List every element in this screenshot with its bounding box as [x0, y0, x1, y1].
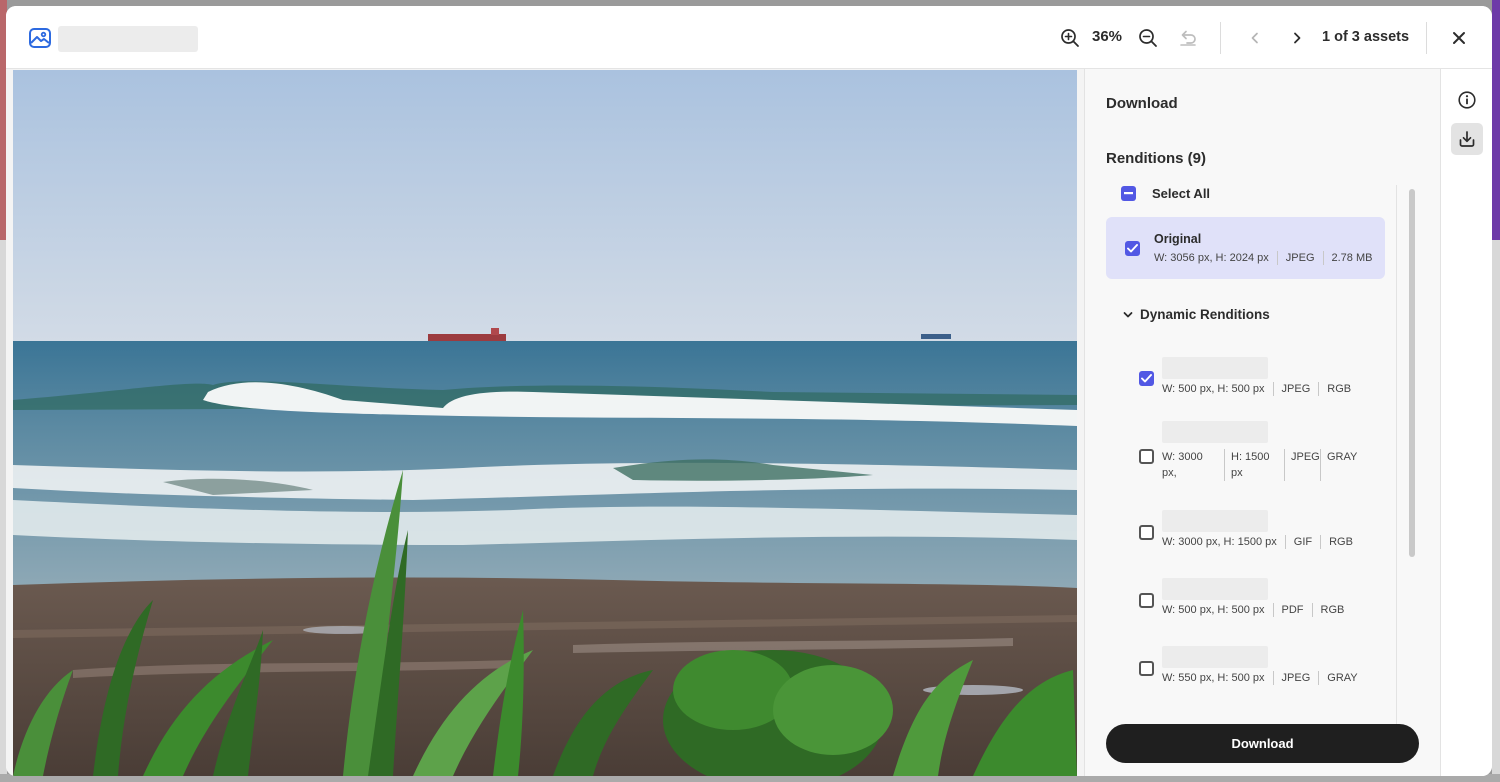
- checkbox-unchecked-icon[interactable]: [1139, 525, 1154, 540]
- rendition-item[interactable]: W: 500 px, H: 500 px PDF RGB: [1125, 578, 1375, 628]
- rendition-item[interactable]: W: 3000 px, H: 1500 px JPEG GRAY: [1125, 421, 1375, 491]
- rendition-item[interactable]: W: 500 px, H: 500 px JPEG RGB: [1125, 357, 1375, 407]
- zoom-out-icon: [1139, 29, 1157, 47]
- download-icon: [1459, 131, 1475, 147]
- next-asset-button[interactable]: [1283, 24, 1311, 52]
- dynamic-renditions-toggle[interactable]: Dynamic Renditions: [1122, 307, 1270, 322]
- asset-preview-modal: 36% 1 of 3 assets Download Renditions (9…: [6, 6, 1492, 776]
- chevron-left-icon: [1251, 32, 1258, 44]
- rendition-name: Original: [1154, 232, 1202, 246]
- asset-image: [13, 70, 1077, 776]
- download-button[interactable]: Download: [1106, 724, 1419, 763]
- rendition-item[interactable]: W: 550 px, H: 500 px JPEG GRAY: [1125, 646, 1375, 696]
- close-icon: [1453, 32, 1465, 44]
- zoom-in-button[interactable]: [1056, 24, 1084, 52]
- rendition-format: PDF: [1272, 603, 1312, 617]
- rendition-item[interactable]: W: 3000 px, H: 1500 px GIF RGB: [1125, 510, 1375, 560]
- image-viewer[interactable]: [6, 69, 1084, 776]
- reset-zoom-button[interactable]: [1174, 24, 1202, 52]
- dynamic-renditions-label: Dynamic Renditions: [1140, 307, 1270, 322]
- rendition-original[interactable]: Original W: 3056 px, H: 2024 px JPEG 2.7…: [1106, 217, 1385, 279]
- rendition-name-placeholder: [1162, 578, 1268, 600]
- chevron-right-icon: [1294, 32, 1301, 44]
- rendition-color: RGB: [1318, 382, 1359, 396]
- rendition-color: RGB: [1311, 603, 1353, 617]
- rendition-dimensions: W: 500 px, H: 500 px: [1162, 383, 1265, 395]
- rendition-name-placeholder: [1162, 421, 1268, 443]
- rendition-name-placeholder: [1162, 646, 1268, 668]
- download-panel-button[interactable]: [1451, 123, 1483, 155]
- zoom-out-button[interactable]: [1134, 24, 1162, 52]
- info-button[interactable]: [1451, 84, 1483, 116]
- renditions-scrollbar[interactable]: [1407, 185, 1417, 725]
- modal-header: 36% 1 of 3 assets: [6, 6, 1492, 69]
- checkbox-unchecked-icon[interactable]: [1139, 593, 1154, 608]
- rendition-meta: W: 3056 px, H: 2024 px JPEG 2.78 MB: [1154, 251, 1380, 265]
- checkbox-checked-icon[interactable]: [1125, 241, 1140, 256]
- rendition-color: GRAY: [1318, 671, 1365, 685]
- rendition-meta: W: 3000 px, H: 1500 px JPEG GRAY: [1162, 449, 1360, 481]
- asset-title-placeholder: [58, 26, 198, 52]
- download-panel: Download Renditions (9) Select All Origi…: [1084, 69, 1440, 776]
- rendition-color: GRAY: [1320, 449, 1360, 481]
- panel-title: Download: [1106, 95, 1178, 112]
- undo-icon: [1180, 30, 1196, 46]
- select-all-label: Select All: [1152, 186, 1211, 201]
- close-button[interactable]: [1445, 24, 1473, 52]
- scrollbar-thumb[interactable]: [1409, 189, 1415, 557]
- list-divider: [1396, 185, 1397, 725]
- select-all-checkbox[interactable]: Select All: [1121, 186, 1210, 201]
- rendition-height: H: 1500 px: [1224, 449, 1284, 481]
- previous-asset-button[interactable]: [1241, 24, 1269, 52]
- rendition-format: JPEG: [1284, 449, 1320, 481]
- rendition-size: 2.78 MB: [1322, 251, 1381, 265]
- rendition-meta: W: 500 px, H: 500 px JPEG RGB: [1162, 382, 1359, 396]
- rendition-meta: W: 550 px, H: 500 px JPEG GRAY: [1162, 671, 1366, 685]
- rendition-dimensions: W: 500 px, H: 500 px: [1162, 604, 1265, 616]
- chevron-down-icon: [1123, 311, 1133, 317]
- renditions-title: Renditions (9): [1106, 150, 1206, 167]
- rendition-dimensions: W: 550 px, H: 500 px: [1162, 672, 1265, 684]
- rendition-color: RGB: [1320, 535, 1361, 549]
- info-icon: [1458, 91, 1476, 109]
- right-rail: [1440, 69, 1492, 776]
- rendition-format: JPEG: [1272, 382, 1319, 396]
- rendition-dimensions: W: 3000 px, H: 1500 px: [1162, 536, 1277, 548]
- indeterminate-icon: [1121, 186, 1136, 201]
- header-divider: [1220, 22, 1221, 54]
- rendition-format: GIF: [1284, 535, 1320, 549]
- image-icon: [29, 28, 51, 48]
- checkbox-checked-icon[interactable]: [1139, 371, 1154, 386]
- asset-pager: 1 of 3 assets: [1322, 29, 1410, 45]
- rendition-meta: W: 3000 px, H: 1500 px GIF RGB: [1162, 535, 1361, 549]
- checkbox-unchecked-icon[interactable]: [1139, 449, 1154, 464]
- rendition-width: W: 3000 px,: [1162, 451, 1203, 479]
- rendition-format: JPEG: [1276, 251, 1323, 265]
- rendition-meta: W: 500 px, H: 500 px PDF RGB: [1162, 603, 1352, 617]
- zoom-level-label: 36%: [1092, 28, 1123, 45]
- rendition-name-placeholder: [1162, 510, 1268, 532]
- checkbox-unchecked-icon[interactable]: [1139, 661, 1154, 676]
- rendition-format: JPEG: [1272, 671, 1319, 685]
- rendition-name-placeholder: [1162, 357, 1268, 379]
- zoom-in-icon: [1061, 29, 1079, 47]
- rendition-dimensions: W: 3056 px, H: 2024 px: [1154, 252, 1269, 264]
- backdrop-right-edge: [1492, 0, 1500, 782]
- header-divider: [1426, 22, 1427, 54]
